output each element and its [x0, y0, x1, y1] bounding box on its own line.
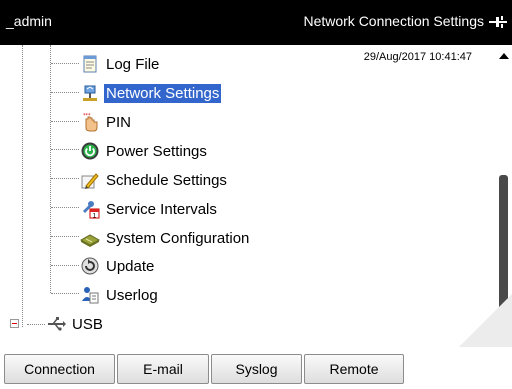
tree-item-service-intervals[interactable]: 1 Service Intervals: [80, 196, 219, 222]
tree-item-label: Power Settings: [106, 142, 207, 160]
tree-item-log-file[interactable]: Log File: [80, 51, 161, 77]
tree-item-pin[interactable]: *** PIN: [80, 109, 133, 135]
update-icon: [81, 257, 99, 275]
tree-item-label: Network Settings: [104, 83, 222, 103]
log-file-icon: [83, 55, 97, 73]
tab-connection[interactable]: Connection: [4, 354, 115, 384]
tree-item-label: Update: [106, 257, 155, 275]
scroll-up-arrow-icon[interactable]: [499, 53, 509, 59]
tree-item-userlog[interactable]: Userlog: [80, 282, 160, 308]
schedule-icon: [81, 173, 99, 189]
pin-icon: ***: [83, 113, 98, 132]
tree-item-usb[interactable]: USB: [46, 311, 105, 337]
tree-item-label: Userlog: [106, 286, 158, 304]
tree-item-power-settings[interactable]: Power Settings: [80, 138, 209, 164]
usb-icon: [48, 317, 66, 331]
userlog-icon: [82, 287, 99, 304]
network-connection-icon: [489, 16, 507, 28]
tree-item-label: Schedule Settings: [106, 171, 227, 189]
tree-item-label: PIN: [106, 113, 132, 131]
tab-remote[interactable]: Remote: [304, 354, 404, 384]
network-settings-icon: [83, 85, 97, 101]
tree-connector: [22, 45, 23, 327]
tree-item-label: Service Intervals: [106, 200, 217, 218]
user-name: _admin: [6, 13, 52, 29]
tab-syslog[interactable]: Syslog: [211, 354, 302, 384]
tree-item-system-configuration[interactable]: System Configuration: [80, 225, 251, 251]
system-configuration-icon: [80, 234, 100, 247]
tree-item-network-settings[interactable]: Network Settings: [80, 80, 222, 106]
svg-text:1: 1: [93, 213, 97, 220]
tree-item-schedule-settings[interactable]: Schedule Settings: [80, 167, 229, 193]
tree-item-update[interactable]: Update: [80, 253, 156, 279]
tree-item-label: USB: [72, 315, 103, 333]
svg-text:***: ***: [83, 113, 91, 119]
tree-item-label: System Configuration: [106, 229, 250, 247]
tab-bar: Connection E-mail Syslog Remote: [0, 347, 512, 389]
title-bar: _admin Network Connection Settings: [0, 0, 512, 45]
power-icon: [81, 142, 99, 160]
service-intervals-icon: 1: [83, 201, 100, 220]
page-title: Network Connection Settings: [303, 13, 484, 29]
datetime-label: 29/Aug/2017 10:41:47: [363, 51, 472, 63]
usb-collapse-toggle[interactable]: [10, 319, 19, 328]
tab-email[interactable]: E-mail: [117, 354, 209, 384]
tree-item-label: Log File: [106, 55, 160, 73]
tree-connector: [50, 45, 51, 293]
